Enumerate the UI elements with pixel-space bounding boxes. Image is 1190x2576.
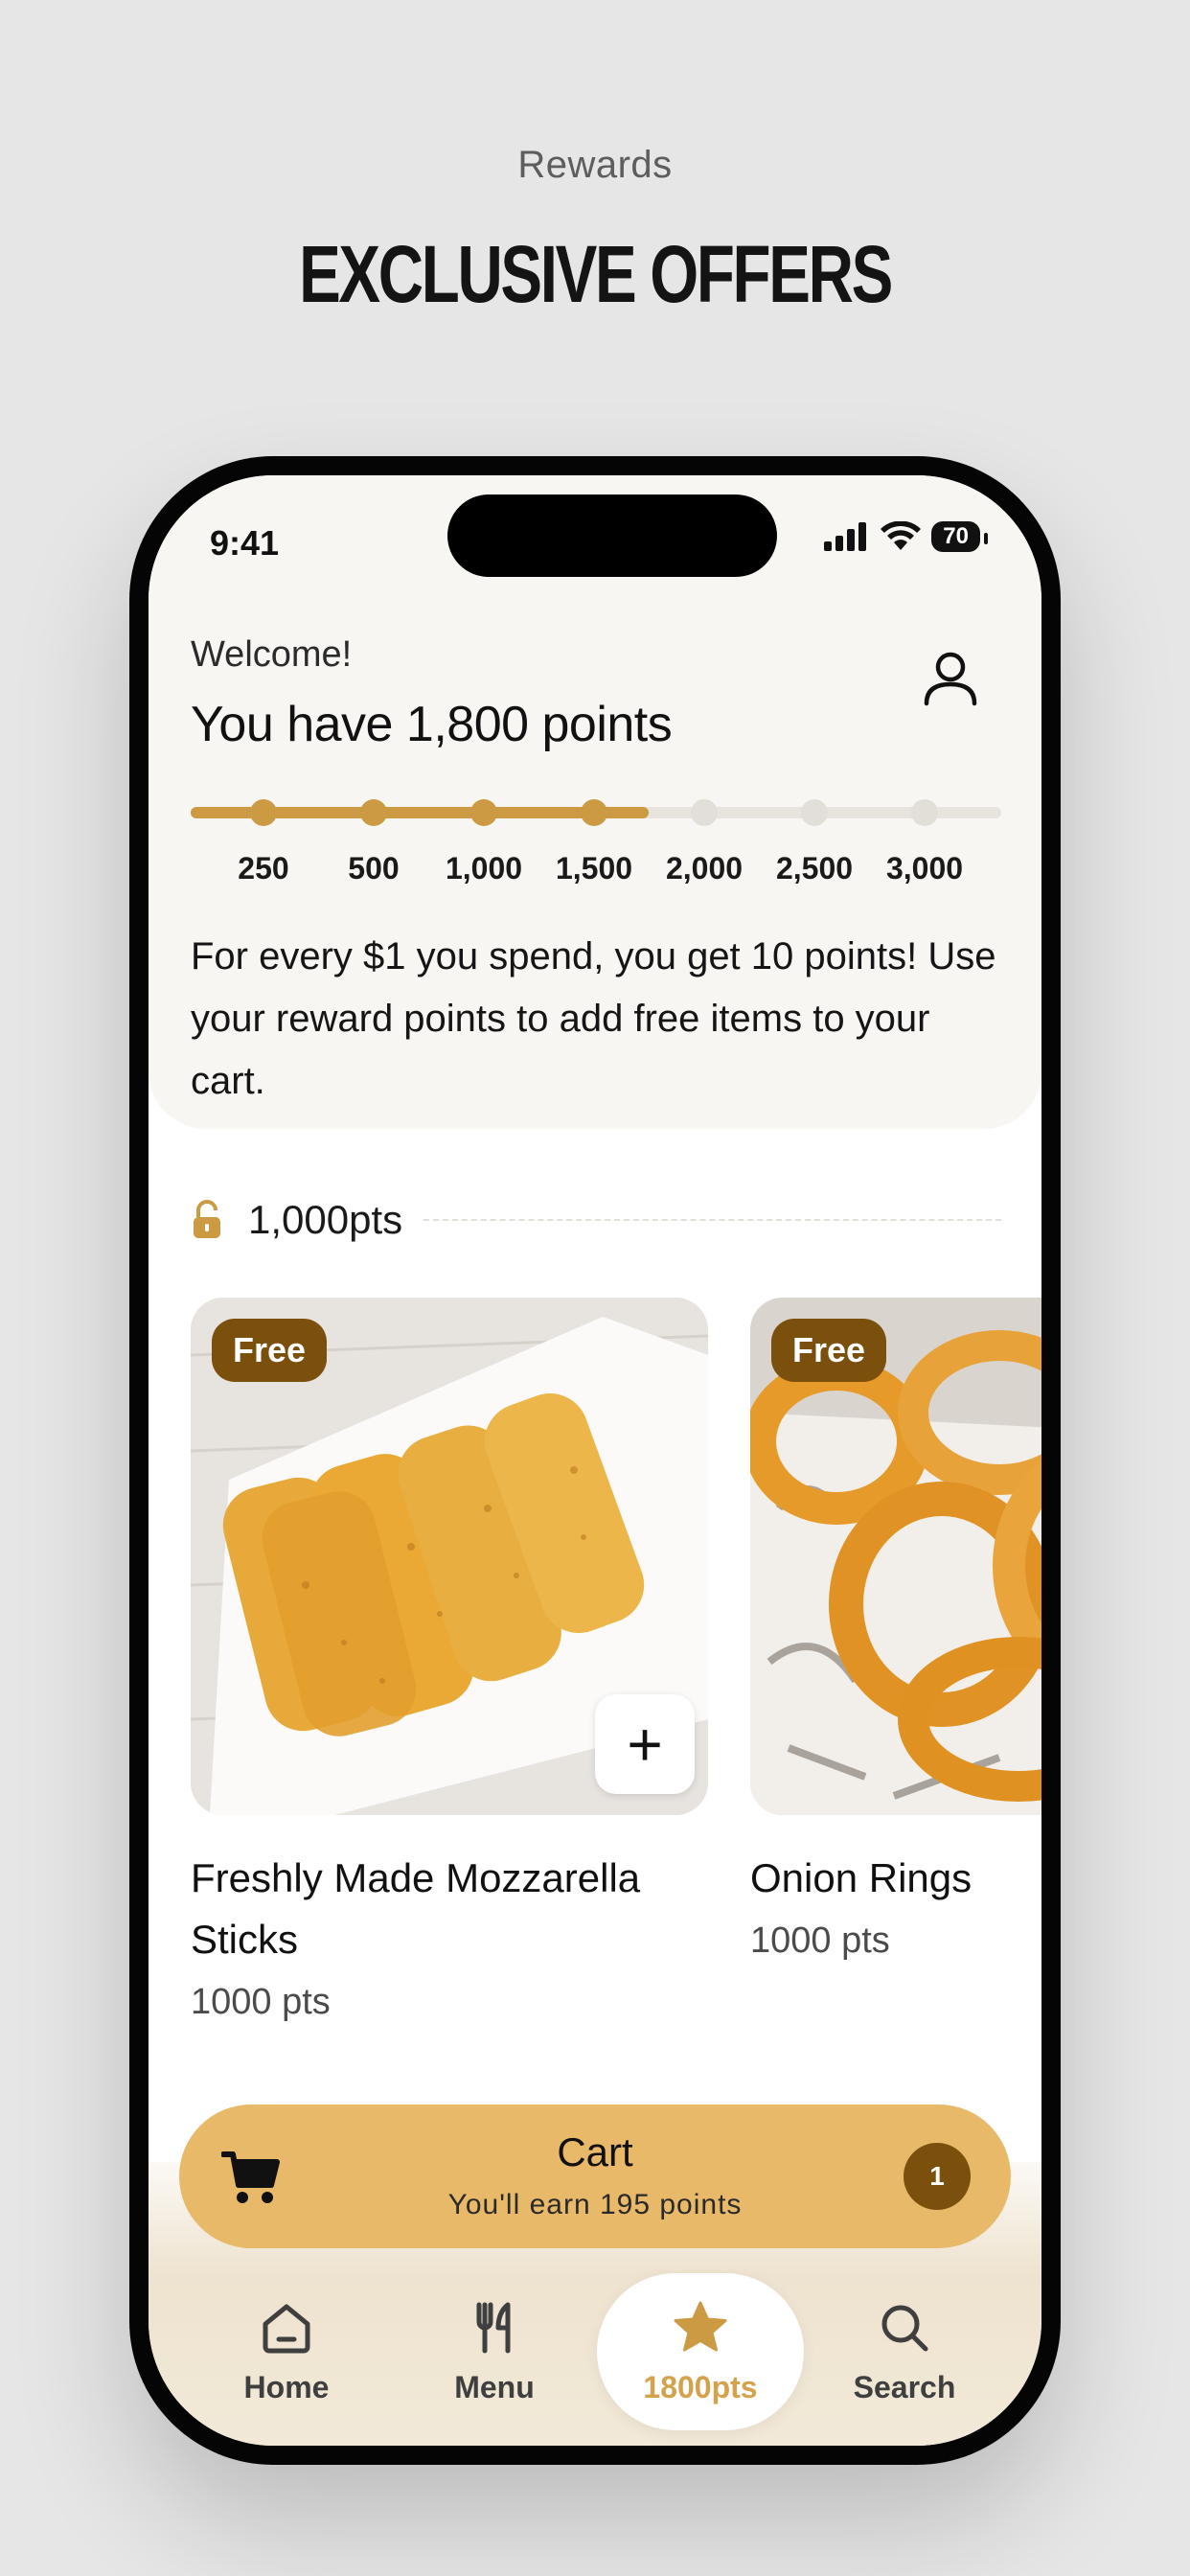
app-screen: 9:41 70 Welcome! You have 1,800 points 2… — [149, 475, 1041, 2446]
phone-frame: 9:41 70 Welcome! You have 1,800 points 2… — [129, 456, 1061, 2465]
milestone-label: 2,000 — [665, 851, 744, 886]
item-name: Freshly Made Mozzarella Sticks — [191, 1855, 641, 1962]
points-progress-track — [191, 799, 1001, 826]
tab-label: Menu — [454, 2369, 535, 2404]
profile-icon[interactable] — [917, 646, 984, 713]
wifi-icon — [881, 521, 922, 550]
mozzarella-sticks-image: Free + — [191, 1298, 708, 1815]
tab-rewards[interactable]: 1800pts — [597, 2273, 804, 2430]
rewards-info-text: For every $1 you spend, you get 10 point… — [191, 935, 996, 1102]
unlock-icon — [194, 1200, 220, 1238]
tab-label: Home — [243, 2369, 330, 2404]
milestone-dot — [581, 799, 607, 826]
milestone-label: 3,000 — [885, 851, 964, 886]
status-icons: 70 — [822, 521, 988, 552]
item-points: 1000 pts — [750, 1920, 890, 1961]
tab-label: 1800pts — [643, 2369, 758, 2404]
reward-item-card[interactable]: Free Onion Rings 1000 pts — [750, 1298, 1041, 1962]
cart-title: Cart — [557, 2129, 633, 2174]
tier-divider — [423, 1219, 1001, 1221]
search-icon — [881, 2305, 928, 2351]
page-eyebrow: Rewards — [517, 144, 673, 186]
free-badge: Free — [771, 1319, 887, 1382]
milestone-dot — [911, 799, 938, 826]
milestone-label: 2,500 — [775, 851, 854, 886]
item-points: 1000 pts — [191, 1982, 331, 2022]
cart-button[interactable]: Cart You'll earn 195 points 1 — [179, 2104, 1011, 2248]
tier-header: 1,000pts — [191, 1196, 1001, 1244]
milestone-dot — [360, 799, 387, 826]
milestone-label: 500 — [348, 851, 400, 886]
cellular-signal-icon — [824, 522, 867, 551]
free-badge: Free — [212, 1319, 328, 1382]
tier-label: 1,000pts — [248, 1197, 403, 1242]
tab-menu[interactable]: Menu — [391, 2273, 598, 2430]
milestone-dot — [250, 799, 277, 826]
milestone-label: 250 — [238, 851, 289, 886]
add-to-cart-button[interactable]: + — [595, 1694, 695, 1794]
home-icon — [263, 2304, 310, 2353]
status-time: 9:41 — [210, 523, 280, 563]
cart-earn-text: You'll earn 195 points — [447, 2189, 743, 2220]
milestone-dot — [801, 799, 828, 826]
page-heading: EXCLUSIVE OFFERS — [299, 229, 893, 319]
milestone-dot — [470, 799, 497, 826]
star-icon — [674, 2301, 727, 2351]
cart-count-badge: 1 — [904, 2143, 971, 2210]
points-title: You have 1,800 points — [191, 697, 673, 752]
milestone-label: 1,000 — [445, 851, 523, 886]
welcome-text: Welcome! — [191, 634, 353, 675]
item-name: Onion Rings — [750, 1855, 973, 1900]
onion-rings-image: Free — [750, 1298, 1041, 1815]
milestone-dot — [691, 799, 718, 826]
bottom-tab-bar: Home Menu 1800pts Search — [149, 2273, 1041, 2436]
utensils-icon — [476, 2302, 511, 2353]
reward-item-card[interactable]: Free + Freshly Made Mozzarella Sticks 10… — [191, 1298, 708, 2023]
tab-home[interactable]: Home — [183, 2273, 390, 2430]
battery-icon: 70 — [931, 521, 988, 552]
dynamic-island — [447, 494, 777, 577]
tab-label: Search — [853, 2369, 956, 2404]
tab-search[interactable]: Search — [801, 2273, 1008, 2430]
milestone-label: 1,500 — [555, 851, 633, 886]
